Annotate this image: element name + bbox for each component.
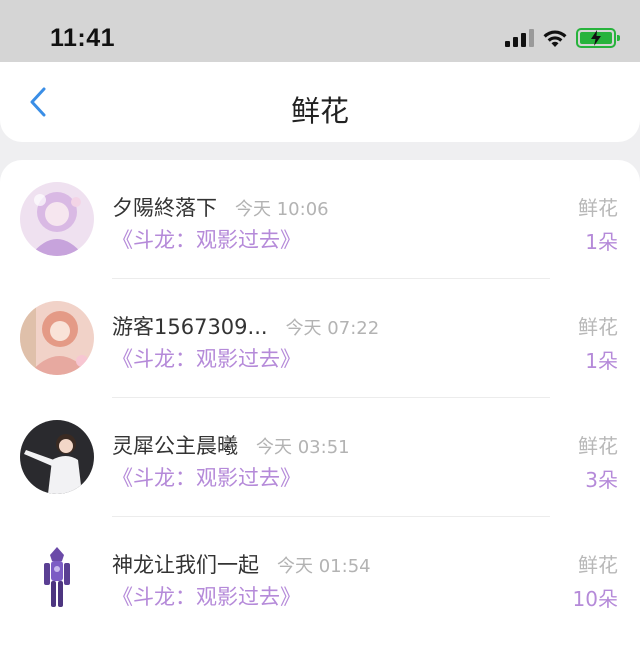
book-link[interactable]: 《斗龙：观影过去》 (112, 224, 301, 254)
gift-count: 3朵 (585, 468, 618, 492)
list-item[interactable]: 夕陽終落下 今天 10:06 《斗龙：观影过去》 鲜花 1朵 (0, 160, 640, 279)
gift-count: 1朵 (585, 349, 618, 373)
book-link[interactable]: 《斗龙：观影过去》 (112, 462, 301, 492)
nav-bar: 鲜花 (0, 62, 640, 142)
user-name: 神龙让我们一起 (112, 553, 259, 577)
list-item[interactable]: 灵犀公主晨曦 今天 03:51 《斗龙：观影过去》 鲜花 3朵 (0, 398, 640, 517)
timestamp: 今天 07:22 (285, 318, 380, 339)
user-name: 夕陽終落下 (112, 196, 217, 220)
status-icons (505, 26, 620, 50)
charging-bolt-icon (591, 30, 601, 46)
gift-count: 10朵 (572, 587, 618, 611)
gift-type: 鲜花 (578, 553, 618, 577)
list-item[interactable]: 神龙让我们一起 今天 01:54 《斗龙：观影过去》 鲜花 10朵 (0, 517, 640, 636)
timestamp: 今天 03:51 (256, 437, 350, 458)
status-time: 11:41 (50, 24, 116, 52)
user-name: 灵犀公主晨曦 (112, 434, 238, 458)
avatar[interactable] (20, 301, 94, 375)
gift-type: 鲜花 (578, 196, 618, 220)
gift-type: 鲜花 (578, 434, 618, 458)
gift-count: 1朵 (585, 230, 618, 254)
gift-list: 夕陽終落下 今天 10:06 《斗龙：观影过去》 鲜花 1朵 游客1567309… (0, 160, 640, 660)
user-name: 游客1567309... (112, 315, 268, 339)
book-link[interactable]: 《斗龙：观影过去》 (112, 581, 301, 611)
battery-icon (576, 28, 620, 48)
book-link[interactable]: 《斗龙：观影过去》 (112, 343, 301, 373)
page-title: 鲜花 (290, 94, 349, 128)
status-bar: 11:41 (0, 0, 640, 62)
list-item[interactable]: 游客1567309... 今天 07:22 《斗龙：观影过去》 鲜花 1朵 (0, 279, 640, 398)
gift-type: 鲜花 (578, 315, 618, 339)
avatar[interactable] (20, 420, 94, 494)
cellular-signal-icon (505, 29, 534, 47)
avatar[interactable] (20, 182, 94, 256)
wifi-icon (543, 30, 567, 47)
timestamp: 今天 10:06 (235, 199, 329, 220)
timestamp: 今天 01:54 (277, 556, 371, 577)
avatar[interactable] (20, 539, 94, 613)
